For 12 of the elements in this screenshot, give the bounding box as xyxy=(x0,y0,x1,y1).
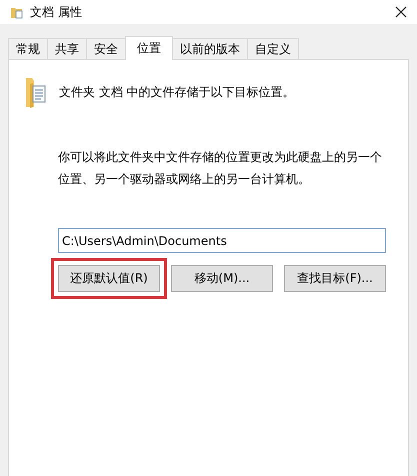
tab[interactable]: 自定义 xyxy=(247,38,299,59)
action-button[interactable]: 移动(M)... xyxy=(171,265,273,292)
description-text: 你可以将此文件夹中文件存储的位置更改为此硬盘上的另一个位置、另一个驱动器或网络上的另一台计算机。 xyxy=(58,149,383,188)
action-button[interactable]: 查找目标(F)... xyxy=(284,265,386,292)
path-field[interactable]: C:\Users\Admin\Documents xyxy=(58,228,386,253)
action-button[interactable]: 还原默认值(R) xyxy=(58,265,160,292)
tab[interactable]: 位置 xyxy=(125,36,173,60)
close-icon[interactable] xyxy=(395,6,407,18)
window-title: 文档 属性 xyxy=(30,4,83,20)
tab[interactable]: 常规 xyxy=(8,38,48,59)
header-text: 文件夹 文档 中的文件存储于以下目标位置。 xyxy=(59,84,295,100)
folder-icon xyxy=(10,5,24,19)
